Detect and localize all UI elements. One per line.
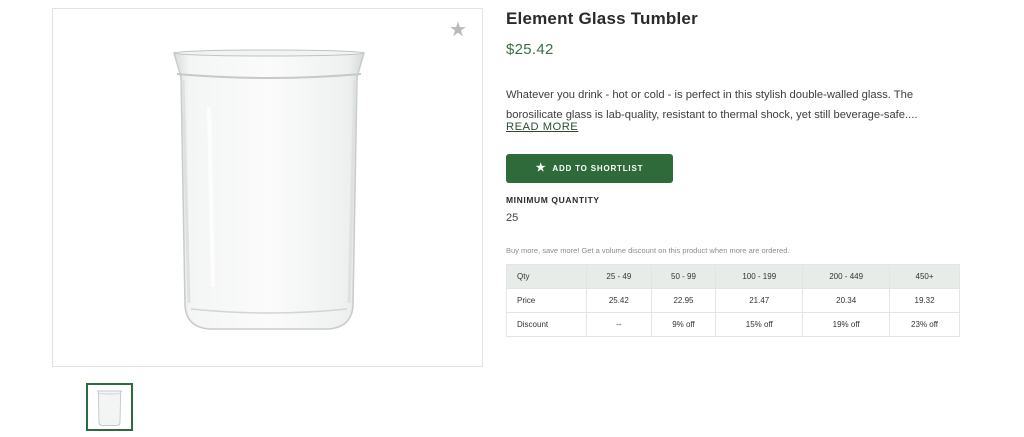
table-row: Discount -- 9% off 15% off 19% off 23% o… bbox=[506, 312, 960, 337]
table-header-cell: 25 - 49 bbox=[586, 264, 652, 289]
thumbnail-glass bbox=[97, 390, 122, 426]
table-header-cell: 200 - 449 bbox=[802, 264, 891, 289]
product-image-panel: ★ bbox=[52, 8, 483, 367]
volume-pricing-table: Qty 25 - 49 50 - 99 100 - 199 200 - 449 … bbox=[506, 264, 960, 337]
table-cell: 22.95 bbox=[650, 288, 717, 313]
read-more-link[interactable]: READ MORE bbox=[506, 121, 578, 133]
table-cell: 25.42 bbox=[586, 288, 652, 313]
table-header-cell: 50 - 99 bbox=[650, 264, 717, 289]
minimum-quantity-label: MINIMUM QUANTITY bbox=[506, 195, 600, 205]
table-cell: Discount bbox=[506, 312, 587, 337]
table-header-row: Qty 25 - 49 50 - 99 100 - 199 200 - 449 … bbox=[506, 264, 960, 289]
table-header-cell: 100 - 199 bbox=[715, 264, 804, 289]
star-icon: ★ bbox=[535, 162, 547, 174]
table-header-cell: 450+ bbox=[889, 264, 960, 289]
table-cell: 19% off bbox=[802, 312, 891, 337]
product-main-image bbox=[173, 49, 365, 330]
thumbnail-image[interactable] bbox=[86, 383, 133, 431]
favorite-star-icon[interactable]: ★ bbox=[448, 20, 468, 40]
add-to-shortlist-button[interactable]: ★ ADD TO SHORTLIST bbox=[506, 154, 673, 183]
table-cell: 20.34 bbox=[802, 288, 891, 313]
table-header-cell: Qty bbox=[506, 264, 587, 289]
table-cell: 23% off bbox=[889, 312, 960, 337]
table-cell: -- bbox=[586, 312, 652, 337]
table-cell: Price bbox=[506, 288, 587, 313]
add-to-shortlist-label: ADD TO SHORTLIST bbox=[552, 164, 644, 173]
table-cell: 21.47 bbox=[715, 288, 804, 313]
product-title: Element Glass Tumbler bbox=[506, 9, 698, 28]
product-description: Whatever you drink - hot or cold - is pe… bbox=[506, 89, 918, 121]
table-row: Price 25.42 22.95 21.47 20.34 19.32 bbox=[506, 288, 960, 313]
product-price: $25.42 bbox=[506, 41, 554, 58]
volume-discount-note: Buy more, save more! Get a volume discou… bbox=[506, 246, 790, 255]
table-cell: 19.32 bbox=[889, 288, 960, 313]
table-cell: 9% off bbox=[650, 312, 717, 337]
table-cell: 15% off bbox=[715, 312, 804, 337]
minimum-quantity-value: 25 bbox=[506, 212, 519, 224]
